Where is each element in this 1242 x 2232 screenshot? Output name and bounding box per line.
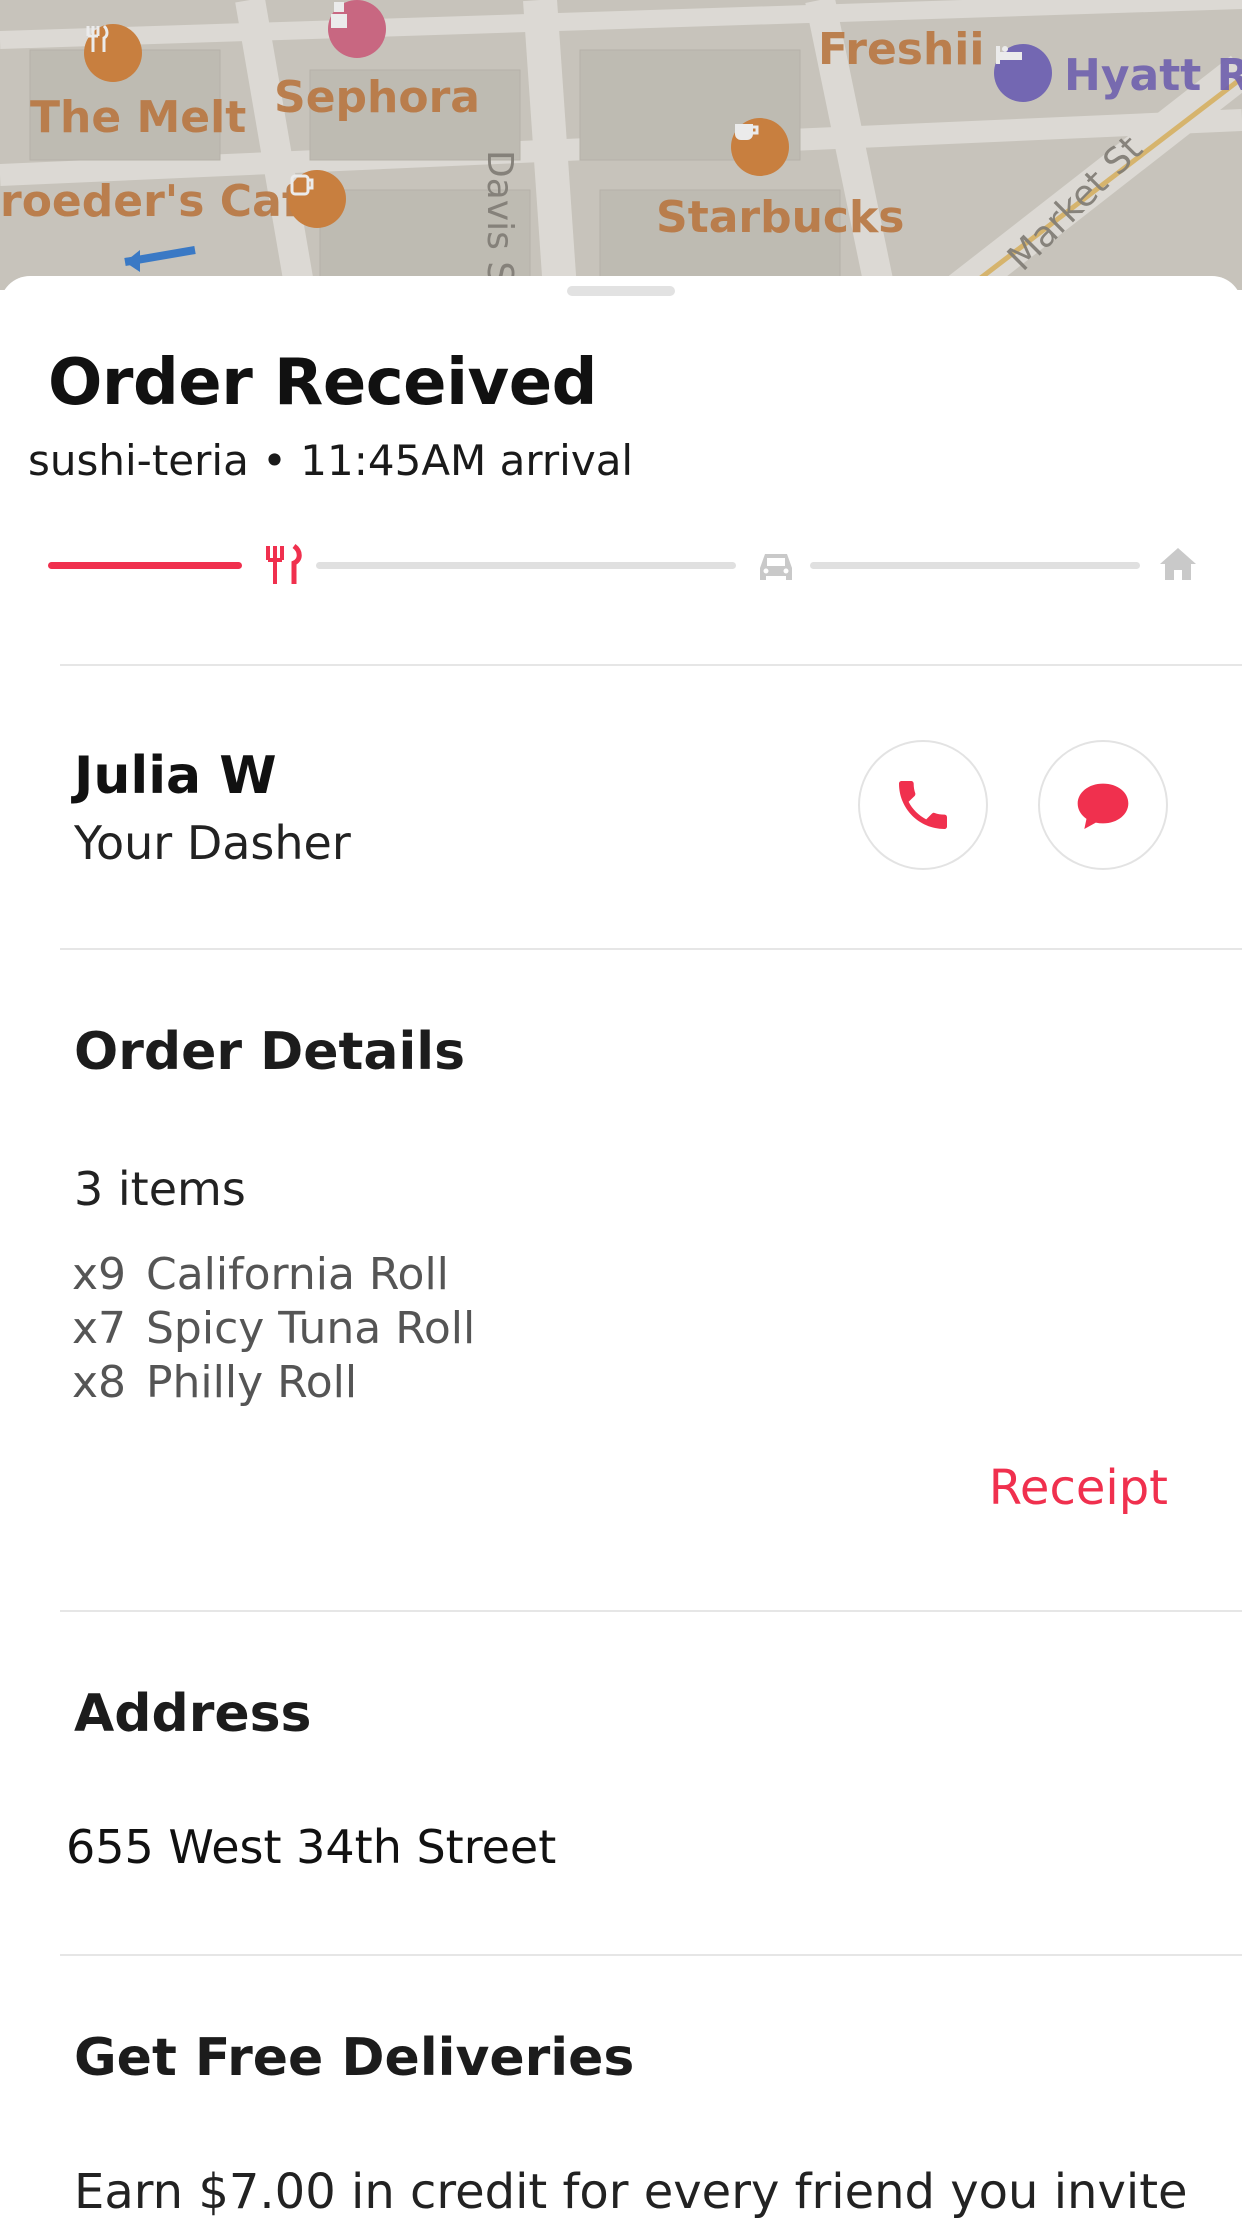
item-name: California Roll (146, 1249, 449, 1300)
item-quantity: x7 (72, 1303, 127, 1354)
divider (60, 664, 1242, 666)
car-icon (760, 554, 792, 580)
message-dasher-button[interactable] (1038, 740, 1168, 870)
item-name: Philly Roll (146, 1357, 358, 1408)
sheet-grabber[interactable] (567, 286, 675, 296)
home-icon (1160, 548, 1196, 580)
order-details-title: Order Details (74, 1022, 466, 1082)
divider (60, 1954, 1242, 1956)
delivery-progress-tracker (48, 538, 1198, 598)
call-dasher-button[interactable] (858, 740, 988, 870)
address-title: Address (74, 1684, 312, 1744)
items-count: 3 items (74, 1162, 246, 1216)
dasher-role: Your Dasher (74, 816, 351, 870)
item-quantity: x9 (72, 1249, 127, 1300)
chat-bubble-icon (1077, 783, 1129, 829)
divider (60, 948, 1242, 950)
progress-segment-active (48, 562, 242, 569)
dasher-name: Julia W (74, 746, 277, 806)
order-status-sheet: Order Received sushi-teria • 11:45AM arr… (0, 276, 1242, 2232)
order-status-title: Order Received (48, 346, 597, 420)
promo-text: Earn $7.00 in credit for every friend yo… (74, 2164, 1188, 2220)
address-line: 655 West 34th Street (66, 1820, 557, 1874)
item-name: Spicy Tuna Roll (146, 1303, 476, 1354)
free-deliveries-title: Get Free Deliveries (74, 2028, 635, 2088)
list-item: x9 California Roll (72, 1248, 475, 1302)
item-quantity: x8 (72, 1357, 127, 1408)
map-view[interactable]: The Melt Sephora Freshii Hyatt Reg roede… (0, 0, 1242, 290)
restaurant-icon (266, 543, 302, 584)
order-subtitle: sushi-teria • 11:45AM arrival (28, 436, 634, 485)
phone-icon (899, 781, 947, 829)
map-dim-overlay (0, 0, 1242, 290)
progress-segment (810, 562, 1140, 569)
list-item: x8 Philly Roll (72, 1356, 475, 1410)
order-item-list: x9 California Roll x7 Spicy Tuna Roll x8 Ph… (72, 1248, 475, 1410)
receipt-link[interactable]: Receipt (989, 1460, 1168, 1516)
progress-segment (316, 562, 736, 569)
list-item: x7 Spicy Tuna Roll (72, 1302, 475, 1356)
divider (60, 1610, 1242, 1612)
